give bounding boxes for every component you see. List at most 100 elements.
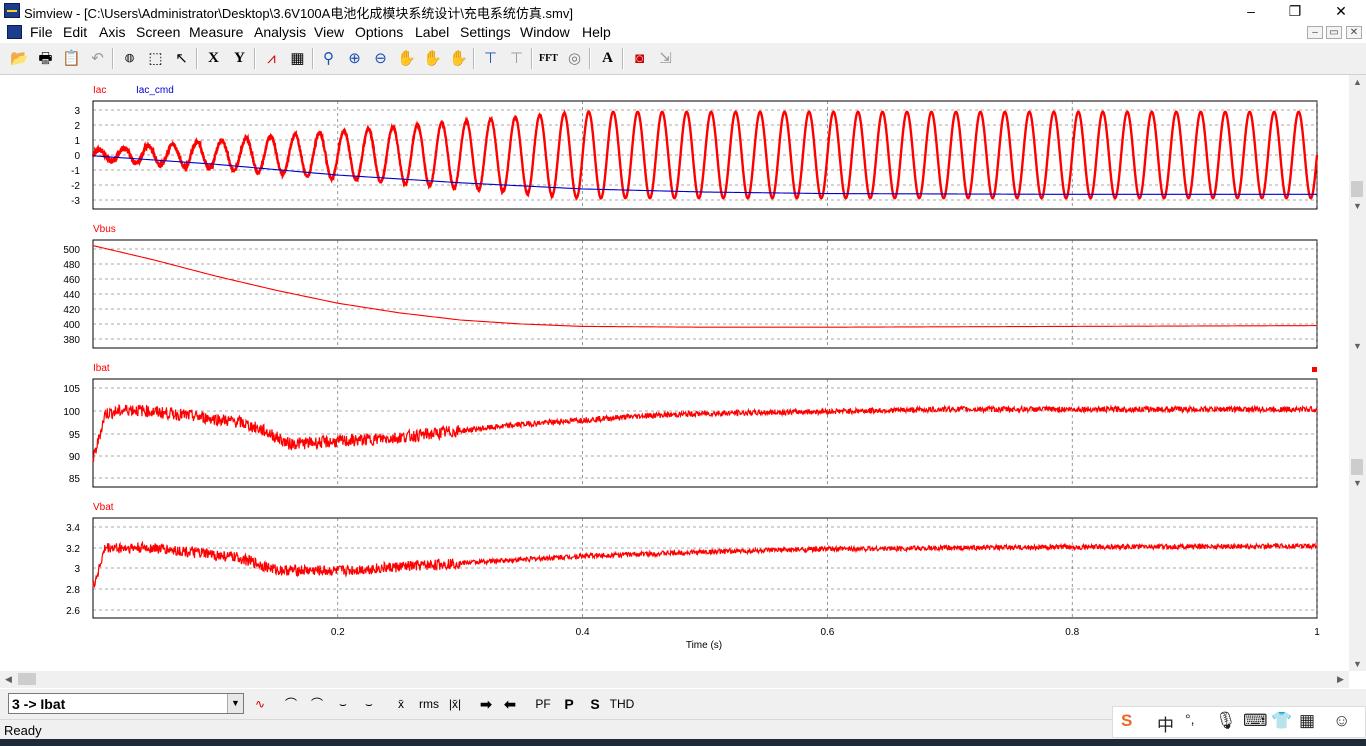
menu-bar: File Edit Axis Screen Measure Analysis V…: [0, 22, 1366, 43]
mean-button[interactable]: x̄: [390, 694, 412, 714]
chevron-down-icon[interactable]: ▼: [227, 694, 243, 713]
waveform-icon[interactable]: ∿: [248, 694, 272, 714]
scroll-down-icon[interactable]: ▼: [1349, 476, 1366, 490]
restore-button[interactable]: ❐: [1272, 0, 1318, 22]
vertical-scrollbar[interactable]: ▲ ▼ ▼ ▼ ▼: [1349, 75, 1366, 671]
hand-icon[interactable]: ✋: [447, 47, 470, 70]
menu-view[interactable]: View: [314, 24, 344, 40]
skin-icon[interactable]: 👕: [1271, 711, 1292, 731]
plot-area: 3 2 1 0 -1 -2 -3 Iac Iac_cmd 500 480 460 440 420 400 38…: [0, 75, 1349, 671]
app-icon[interactable]: [4, 3, 20, 18]
arrow-left-icon[interactable]: ⬅: [500, 694, 520, 714]
ime-punctuation[interactable]: °,: [1185, 711, 1195, 727]
export-icon[interactable]: ⇲: [654, 47, 677, 70]
min-icon[interactable]: ⌣: [332, 694, 354, 714]
max-icon[interactable]: ⌒: [280, 694, 302, 714]
menu-label[interactable]: Label: [415, 24, 449, 40]
disk-icon[interactable]: ◎: [563, 47, 586, 70]
y-tick-label: 480: [63, 260, 80, 271]
series-legend-label: Iac: [93, 85, 106, 96]
zoom-in-icon[interactable]: ⊕: [343, 47, 366, 70]
measure-text-icon[interactable]: ⊤: [505, 47, 528, 70]
arrow-right-icon[interactable]: ➡: [476, 694, 496, 714]
open-folder-icon[interactable]: 📂: [8, 47, 31, 70]
fft-button[interactable]: FFT: [537, 47, 560, 70]
min-all-icon[interactable]: ⌣: [358, 694, 380, 714]
max-all-icon[interactable]: ⌒: [306, 694, 328, 714]
scroll-down-icon[interactable]: ▼: [1349, 339, 1366, 353]
selected-trace-marker: [1312, 367, 1317, 372]
ime-toolbar: S 中 °, 🎙 ⌨ 👕 ▦ ☺: [1112, 706, 1366, 738]
x-tick-label: 1: [1314, 627, 1320, 638]
thd-button[interactable]: THD: [608, 694, 636, 714]
y-tick-label: 500: [63, 245, 80, 256]
plots-svg[interactable]: 3210-1-2-3Iac Iac_cmd50048046044042040038…: [0, 75, 1349, 671]
pointer-icon[interactable]: ↖: [170, 47, 193, 70]
window-title: Simview - [C:\Users\Administrator\Deskto…: [24, 6, 573, 21]
pan-hand-icon[interactable]: ✋: [395, 47, 418, 70]
record-icon[interactable]: ◙: [628, 47, 651, 70]
scroll-thumb-horizontal[interactable]: [18, 673, 36, 685]
scroll-down-icon[interactable]: ▼: [1349, 199, 1366, 213]
toolbar-separator: [622, 48, 624, 69]
minimize-button[interactable]: –: [1228, 0, 1274, 22]
scroll-up-icon[interactable]: ▲: [1349, 75, 1366, 89]
s-button[interactable]: S: [586, 694, 604, 714]
mdi-minimize-button[interactable]: –: [1307, 26, 1323, 39]
microphone-icon[interactable]: 🎙: [1215, 711, 1237, 731]
mdi-restore-button[interactable]: ▭: [1326, 26, 1342, 39]
zoom-out-icon[interactable]: ⊖: [369, 47, 392, 70]
data-disk-icon[interactable]: ◍: [118, 47, 141, 70]
p-button[interactable]: P: [560, 694, 578, 714]
y-axis-button[interactable]: Y: [228, 47, 251, 70]
abs-mean-button[interactable]: |x̄|: [444, 694, 466, 714]
x-tick-label: 0.2: [331, 627, 345, 638]
close-button[interactable]: ✕: [1318, 0, 1364, 22]
y-tick-label: 400: [63, 320, 80, 331]
zoom-icon[interactable]: ⚲: [317, 47, 340, 70]
x-tick-label: 0.6: [820, 627, 834, 638]
horizontal-scrollbar[interactable]: ◀ ▶: [0, 671, 1349, 688]
pf-button[interactable]: PF: [532, 694, 554, 714]
sogou-logo-icon[interactable]: S: [1121, 711, 1132, 731]
scroll-thumb-upper[interactable]: [1351, 181, 1363, 197]
y-tick-label: -2: [71, 181, 80, 192]
menu-axis[interactable]: Axis: [99, 24, 125, 40]
ime-language[interactable]: 中: [1157, 711, 1174, 736]
pan-hand-vertical-icon[interactable]: ✋: [421, 47, 444, 70]
menu-window[interactable]: Window: [520, 24, 570, 40]
menu-edit[interactable]: Edit: [63, 24, 87, 40]
x-axis-button[interactable]: X: [202, 47, 225, 70]
y-tick-label: 100: [63, 407, 80, 418]
menu-screen[interactable]: Screen: [136, 24, 180, 40]
menu-measure[interactable]: Measure: [189, 24, 243, 40]
add-text-button[interactable]: A: [596, 47, 619, 70]
scroll-left-icon[interactable]: ◀: [0, 671, 17, 688]
y-tick-label: 3.4: [66, 523, 80, 534]
waveform-icon[interactable]: ⩘: [260, 47, 283, 70]
toolbar: 📂 🖶 📋 ↶ ◍ ⬚ ↖ X Y ⩘ ▦ ⚲ ⊕ ⊖ ✋ ✋ ✋ ⊤ ⊤ FF…: [0, 43, 1366, 75]
select-curve-icon[interactable]: ⬚: [144, 47, 167, 70]
print-icon[interactable]: 🖶: [34, 47, 57, 70]
y-tick-label: 380: [63, 335, 80, 346]
menu-help[interactable]: Help: [582, 24, 611, 40]
grid-icon[interactable]: ▦: [286, 47, 309, 70]
toolbox-icon[interactable]: ▦: [1299, 711, 1315, 731]
y-tick-label: 0: [74, 151, 80, 162]
trace-select[interactable]: 3 -> Ibat ▼: [8, 693, 244, 714]
clipboard-icon[interactable]: 📋: [60, 47, 83, 70]
menu-options[interactable]: Options: [355, 24, 403, 40]
measure-cursor-icon[interactable]: ⊤: [479, 47, 502, 70]
undo-icon[interactable]: ↶: [86, 47, 109, 70]
menu-analysis[interactable]: Analysis: [254, 24, 306, 40]
rms-button[interactable]: rms: [416, 694, 442, 714]
ime-mascot-icon[interactable]: ☺: [1333, 711, 1350, 731]
mdi-close-button[interactable]: ✕: [1346, 26, 1362, 39]
document-icon[interactable]: [7, 25, 22, 39]
scroll-down-icon[interactable]: ▼: [1349, 657, 1366, 671]
menu-settings[interactable]: Settings: [460, 24, 511, 40]
menu-file[interactable]: File: [30, 24, 53, 40]
keyboard-icon[interactable]: ⌨: [1243, 711, 1268, 731]
scroll-right-icon[interactable]: ▶: [1332, 671, 1349, 688]
scroll-thumb-lower[interactable]: [1351, 459, 1363, 475]
